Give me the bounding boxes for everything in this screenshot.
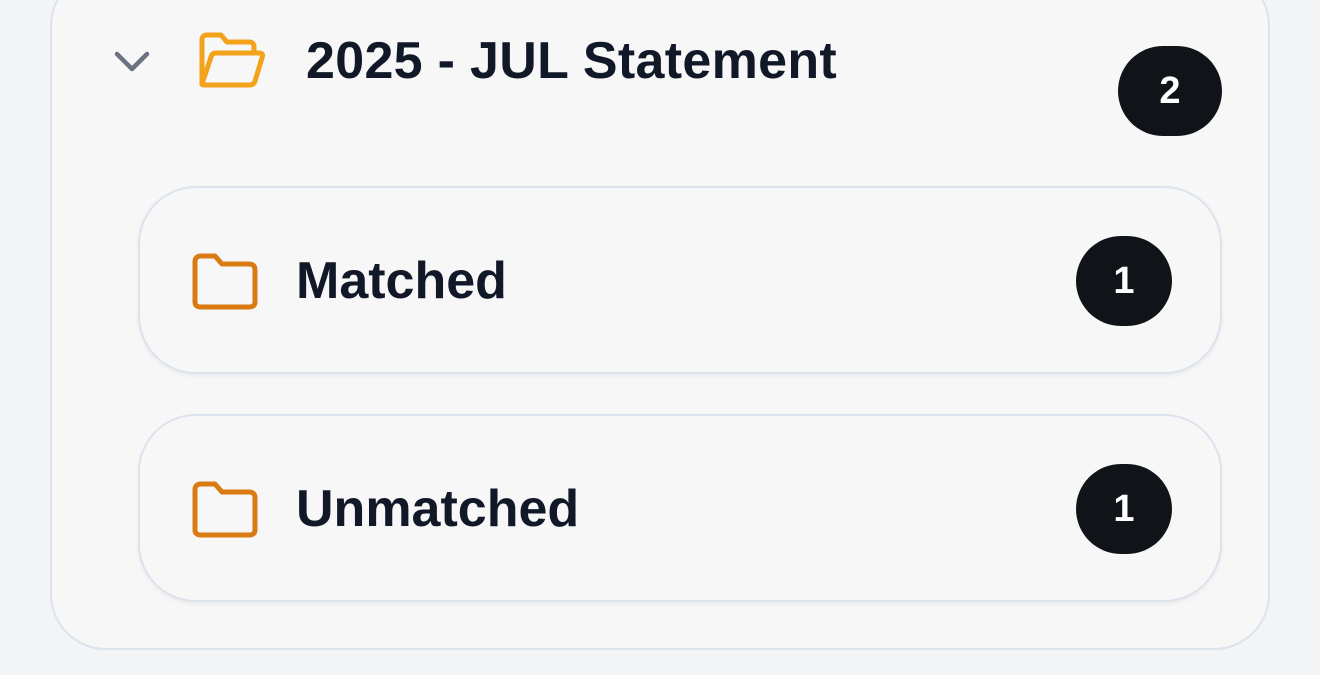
folder-item-matched[interactable]: Matched 1 [138, 186, 1222, 374]
folder-item-label: Matched [296, 252, 507, 310]
statement-count-badge: 2 [1118, 46, 1222, 136]
statement-group-panel: 2025 - JUL Statement 2 Matched 1 Unmatch… [50, 0, 1270, 650]
folder-icon [190, 478, 260, 540]
folder-icon [190, 250, 260, 312]
folder-open-icon [196, 30, 268, 92]
folder-count-badge: 1 [1076, 464, 1172, 554]
folder-item-unmatched[interactable]: Unmatched 1 [138, 414, 1222, 602]
folder-count-badge: 1 [1076, 236, 1172, 326]
chevron-down-icon[interactable] [110, 40, 154, 84]
folder-item-label: Unmatched [296, 480, 580, 538]
statement-group-header[interactable]: 2025 - JUL Statement 2 [52, 2, 1272, 136]
statement-group-title: 2025 - JUL Statement [306, 32, 838, 90]
